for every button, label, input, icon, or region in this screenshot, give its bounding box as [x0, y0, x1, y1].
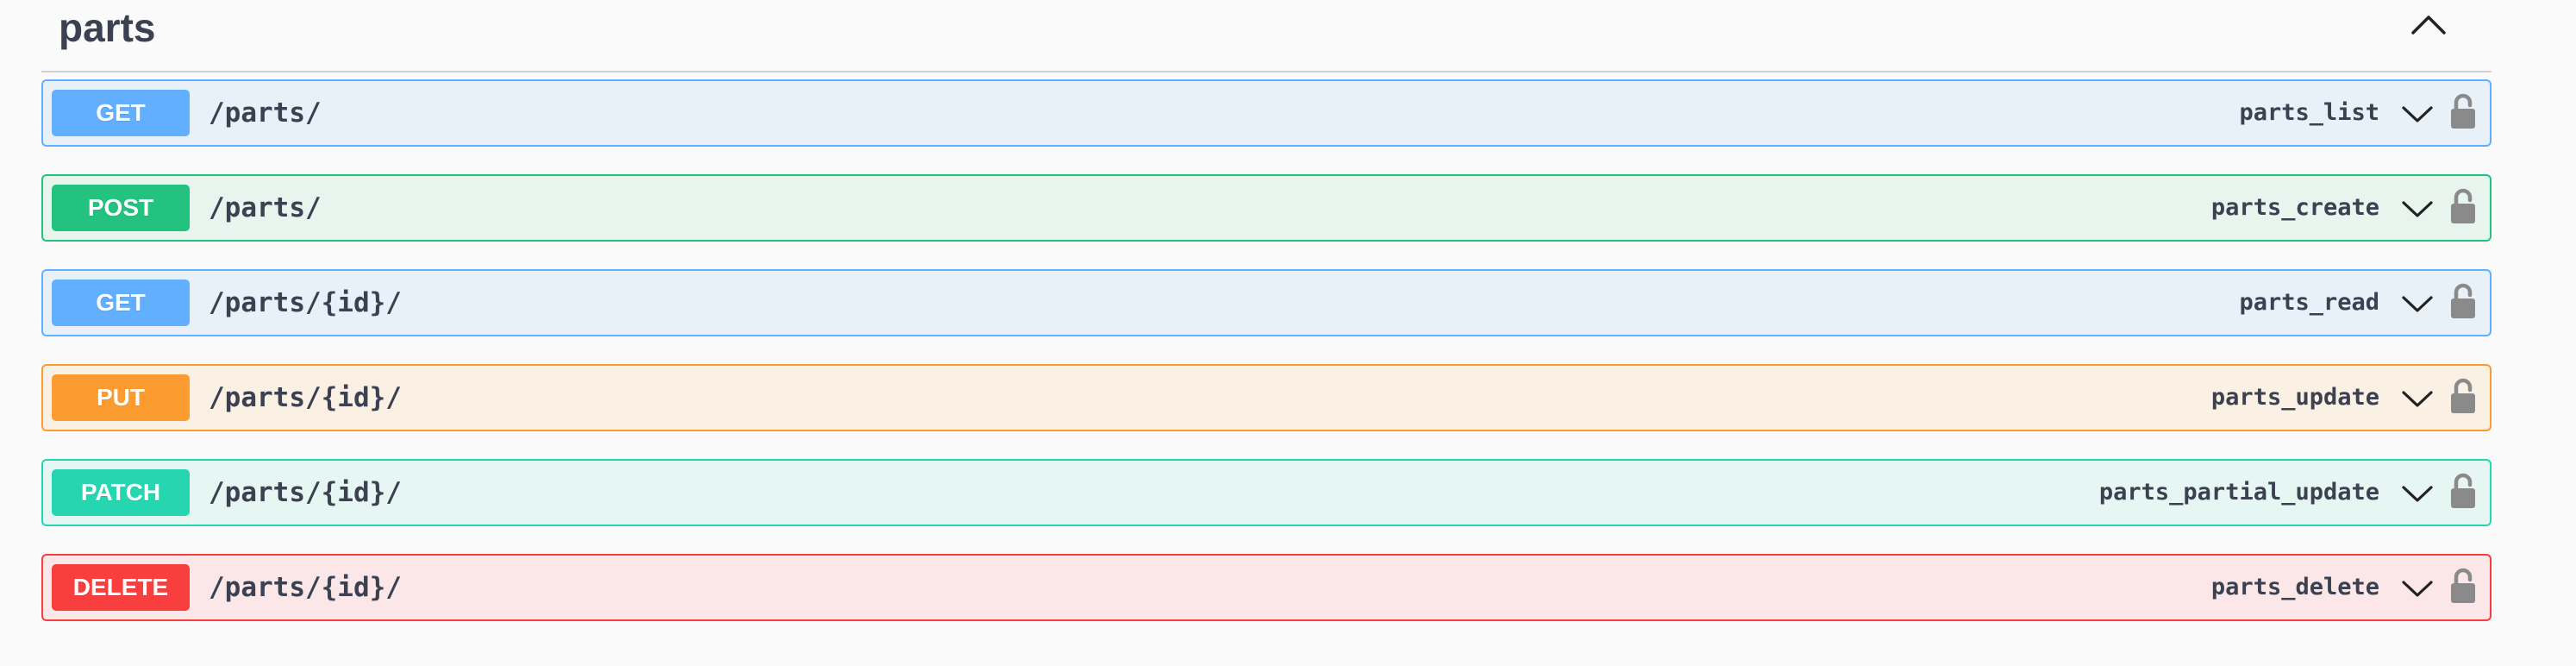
tag-section-parts: parts GET /parts/ parts_list POST /parts… [41, 0, 2492, 666]
method-badge: POST [52, 185, 190, 231]
method-badge: DELETE [52, 564, 190, 611]
operation-summary[interactable]: GET /parts/ parts_list [43, 81, 2490, 145]
operation-summary[interactable]: DELETE /parts/{id}/ parts_delete [43, 556, 2490, 619]
operation-summary[interactable]: PATCH /parts/{id}/ parts_partial_update [43, 461, 2490, 525]
chevron-up-icon[interactable] [2407, 5, 2450, 48]
unlocked-padlock-icon[interactable] [2448, 568, 2478, 606]
operation-block[interactable]: GET /parts/{id}/ parts_read [41, 269, 2492, 336]
chevron-down-icon[interactable] [2400, 192, 2435, 226]
method-badge: GET [52, 280, 190, 326]
operation-block[interactable]: PUT /parts/{id}/ parts_update [41, 364, 2492, 431]
operation-summary[interactable]: POST /parts/ parts_create [43, 176, 2490, 240]
chevron-down-icon[interactable] [2400, 286, 2435, 321]
operation-path: /parts/{id}/ [209, 382, 402, 413]
chevron-down-icon[interactable] [2400, 381, 2435, 416]
chevron-down-icon[interactable] [2400, 97, 2435, 131]
operation-id: parts_update [2210, 384, 2379, 411]
operation-block[interactable]: DELETE /parts/{id}/ parts_delete [41, 554, 2492, 621]
operation-path: /parts/ [209, 97, 322, 129]
unlocked-padlock-icon[interactable] [2448, 378, 2478, 416]
operation-path: /parts/{id}/ [209, 572, 402, 603]
operation-path: /parts/{id}/ [209, 287, 402, 318]
operation-path: /parts/ [209, 192, 322, 223]
method-badge: PUT [52, 374, 190, 421]
unlocked-padlock-icon[interactable] [2448, 188, 2478, 226]
method-badge: GET [52, 90, 190, 136]
section-header[interactable]: parts [41, 0, 2492, 72]
operation-id: parts_partial_update [2098, 479, 2379, 506]
operation-path: /parts/{id}/ [209, 477, 402, 508]
unlocked-padlock-icon[interactable] [2448, 283, 2478, 321]
operation-id: parts_list [2239, 99, 2379, 126]
unlocked-padlock-icon[interactable] [2448, 93, 2478, 131]
operation-block[interactable]: PATCH /parts/{id}/ parts_partial_update [41, 459, 2492, 526]
operation-id: parts_create [2210, 194, 2379, 221]
operations-list: GET /parts/ parts_list POST /parts/ part… [41, 79, 2492, 649]
operation-summary[interactable]: PUT /parts/{id}/ parts_update [43, 366, 2490, 430]
operation-id: parts_delete [2210, 574, 2379, 600]
chevron-down-icon[interactable] [2400, 476, 2435, 511]
unlocked-padlock-icon[interactable] [2448, 473, 2478, 511]
section-title: parts [59, 5, 156, 50]
method-badge: PATCH [52, 469, 190, 516]
operation-summary[interactable]: GET /parts/{id}/ parts_read [43, 271, 2490, 335]
operation-block[interactable]: POST /parts/ parts_create [41, 174, 2492, 242]
operation-block[interactable]: GET /parts/ parts_list [41, 79, 2492, 147]
chevron-down-icon[interactable] [2400, 571, 2435, 606]
operation-id: parts_read [2239, 289, 2379, 316]
